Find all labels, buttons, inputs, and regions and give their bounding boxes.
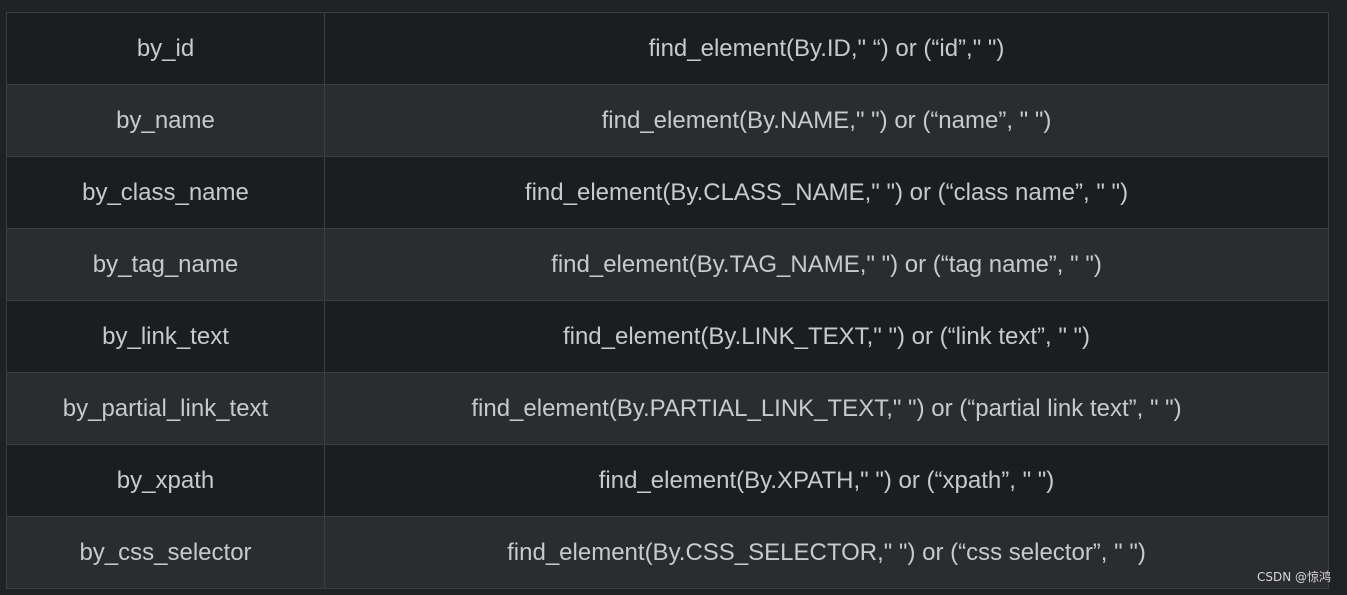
usage-cell: find_element(By.LINK_TEXT," ") or (“link…	[324, 300, 1329, 373]
usage-cell: find_element(By.CSS_SELECTOR," ") or (“c…	[324, 516, 1329, 589]
table-row: by_css_selector find_element(By.CSS_SELE…	[6, 516, 1329, 589]
table-row: by_name find_element(By.NAME," ") or (“n…	[6, 84, 1329, 157]
method-cell: by_partial_link_text	[6, 372, 325, 445]
usage-cell: find_element(By.TAG_NAME," ") or (“tag n…	[324, 228, 1329, 301]
usage-cell: find_element(By.PARTIAL_LINK_TEXT," ") o…	[324, 372, 1329, 445]
usage-cell: find_element(By.NAME," ") or (“name”, " …	[324, 84, 1329, 157]
method-cell: by_css_selector	[6, 516, 325, 589]
method-cell: by_xpath	[6, 444, 325, 517]
method-cell: by_tag_name	[6, 228, 325, 301]
method-cell: by_class_name	[6, 156, 325, 229]
watermark-text: CSDN @惊鸿	[1256, 570, 1331, 584]
usage-cell: find_element(By.CLASS_NAME," ") or (“cla…	[324, 156, 1329, 229]
table-row: by_link_text find_element(By.LINK_TEXT,"…	[6, 300, 1329, 373]
usage-cell: find_element(By.XPATH," ") or (“xpath”, …	[324, 444, 1329, 517]
method-cell: by_name	[6, 84, 325, 157]
locator-table-container: by_id find_element(By.ID," “) or (“id”,"…	[6, 12, 1329, 589]
locator-table: by_id find_element(By.ID," “) or (“id”,"…	[6, 12, 1329, 589]
table-row: by_xpath find_element(By.XPATH," ") or (…	[6, 444, 1329, 517]
method-cell: by_id	[6, 12, 325, 85]
table-row: by_tag_name find_element(By.TAG_NAME," "…	[6, 228, 1329, 301]
usage-cell: find_element(By.ID," “) or (“id”," ")	[324, 12, 1329, 85]
table-row: by_class_name find_element(By.CLASS_NAME…	[6, 156, 1329, 229]
method-cell: by_link_text	[6, 300, 325, 373]
table-row: by_id find_element(By.ID," “) or (“id”,"…	[6, 12, 1329, 85]
table-row: by_partial_link_text find_element(By.PAR…	[6, 372, 1329, 445]
